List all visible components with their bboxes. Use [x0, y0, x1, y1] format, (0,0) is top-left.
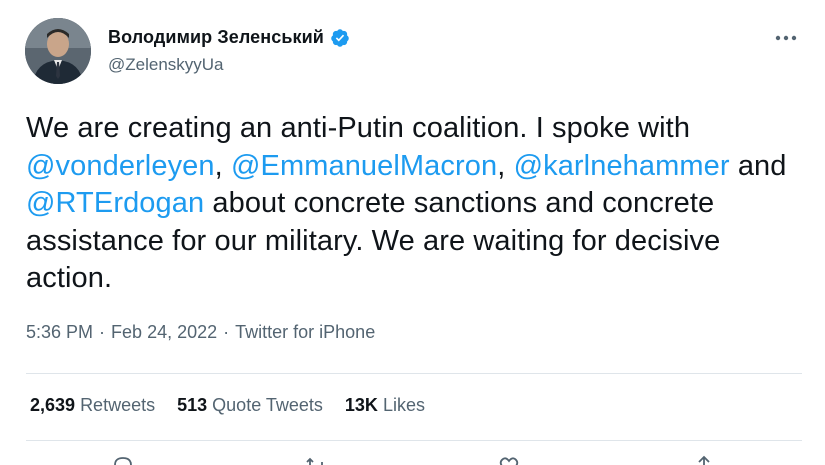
tweet-text: We are creating an anti-Putin coalition.… [26, 110, 806, 298]
divider [26, 440, 802, 441]
tweet-source[interactable]: Twitter for iPhone [235, 322, 375, 343]
mention-link[interactable]: @vonderleyen [26, 150, 215, 182]
retweet-icon[interactable] [305, 455, 327, 465]
author-display-name[interactable]: Володимир Зеленський [108, 27, 324, 48]
author-handle[interactable]: @ZelenskyyUa [108, 55, 224, 75]
quotes-stat[interactable]: 513 Quote Tweets [177, 395, 323, 416]
mention-link[interactable]: @EmmanuelMacron [231, 150, 497, 182]
engagement-stats: 2,639 Retweets 513 Quote Tweets 13K Like… [30, 395, 425, 416]
tweet-time[interactable]: 5:36 PM [26, 322, 93, 343]
avatar[interactable] [25, 18, 91, 84]
retweets-count: 2,639 [30, 395, 76, 415]
avatar-image [25, 18, 91, 84]
action-bar [0, 455, 825, 465]
more-horizontal-icon[interactable] [772, 26, 800, 50]
retweets-stat[interactable]: 2,639 Retweets [30, 395, 155, 416]
likes-label: Likes [382, 395, 425, 415]
likes-count: 13K [344, 395, 378, 415]
tweet-text-segment: We are creating an anti-Putin coalition.… [26, 112, 691, 144]
likes-stat[interactable]: 13K Likes [345, 395, 425, 416]
reply-icon[interactable] [112, 455, 134, 465]
tweet-text-segment: and [729, 149, 787, 182]
tweet-text-segment: , [497, 149, 514, 182]
quotes-count: 513 [177, 395, 208, 415]
tweet-card: Володимир Зеленський @ZelenskyyUa We are… [0, 0, 825, 465]
mention-link[interactable]: @karlnehammer [514, 150, 730, 182]
like-icon[interactable] [498, 455, 520, 465]
tweet-text-segment: , [214, 149, 231, 182]
divider [26, 373, 802, 374]
mention-link[interactable]: @RTErdogan [26, 187, 204, 219]
quotes-label: Quote Tweets [212, 395, 323, 415]
tweet-date[interactable]: Feb 24, 2022 [111, 322, 217, 343]
share-icon[interactable] [693, 455, 715, 465]
author-name-row: Володимир Зеленський [108, 27, 350, 48]
meta-separator: · [223, 322, 230, 342]
verified-badge-icon [330, 28, 350, 48]
retweets-label: Retweets [80, 395, 156, 415]
meta-separator: · [99, 322, 106, 342]
tweet-meta: 5:36 PM · Feb 24, 2022 · Twitter for iPh… [26, 322, 375, 343]
